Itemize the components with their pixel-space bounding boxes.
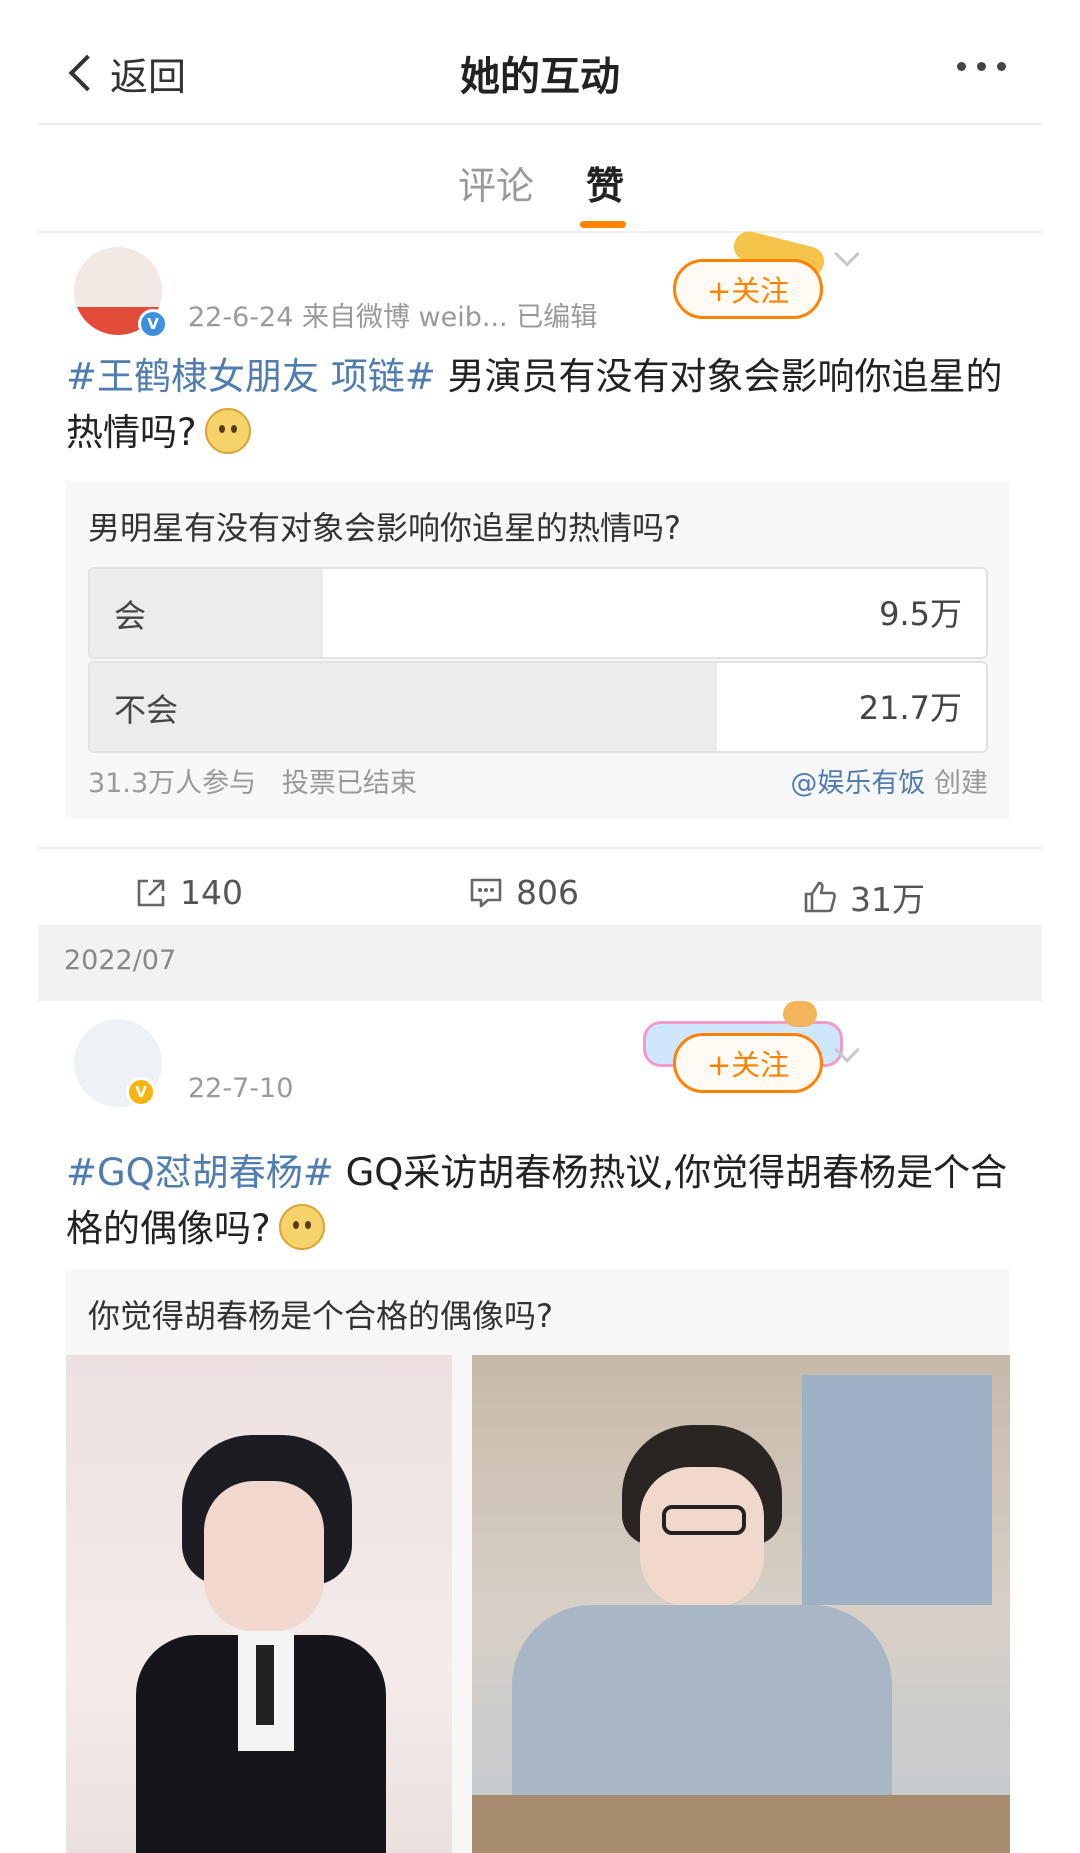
doge-emoji-icon	[204, 408, 251, 454]
person-face	[640, 1467, 764, 1607]
shiba-decoration	[783, 1001, 817, 1027]
repost-count: 140	[180, 873, 243, 912]
person-face	[204, 1481, 324, 1631]
glasses	[662, 1505, 746, 1535]
like-count: 31万	[850, 880, 925, 919]
comment-button[interactable]: 806	[468, 873, 579, 912]
poll-option-fill	[90, 663, 718, 751]
more-icon[interactable]	[957, 62, 1006, 71]
post-text: #GQ怼胡春杨# GQ采访胡春杨热议,你觉得胡春杨是个合格的偶像吗?	[66, 1145, 1026, 1257]
tab-bar: 评论 赞	[38, 127, 1042, 233]
poll-option-image[interactable]	[472, 1355, 1010, 1853]
poll-card: 你觉得胡春杨是个合格的偶像吗?	[66, 1269, 1010, 1853]
window	[802, 1375, 992, 1605]
verified-badge-icon: V	[126, 1077, 156, 1107]
creator-link[interactable]: @娱乐有饭	[790, 768, 925, 799]
poll-creator: @娱乐有饭 创建	[790, 761, 988, 800]
poll-option-count: 9.5万	[879, 595, 962, 633]
follow-button[interactable]: +关注	[673, 1033, 823, 1093]
follow-button[interactable]: +关注	[673, 259, 823, 319]
month-label: 2022/07	[64, 945, 177, 976]
poll-question: 你觉得胡春杨是个合格的偶像吗?	[88, 1297, 553, 1335]
verified-badge-icon: V	[138, 309, 168, 339]
feed-post: V 22-6-24 来自微博 weib... 已编辑 +关注 #王鹤棣女朋友 项…	[38, 228, 1042, 925]
person-tie	[256, 1645, 274, 1725]
post-meta: 22-7-10	[188, 1073, 294, 1104]
follow-widget: +关注	[643, 1001, 843, 1093]
page-title: 她的互动	[460, 54, 620, 100]
share-icon	[137, 879, 165, 906]
topic-link[interactable]: #王鹤棣女朋友 项链#	[66, 355, 436, 398]
post-meta: 22-6-24 来自微博 weib... 已编辑	[188, 302, 598, 333]
poll-option-label: 不会	[114, 691, 179, 729]
poll-option-image[interactable]	[66, 1355, 452, 1853]
month-separator: 2022/07	[38, 925, 1042, 1001]
comment-count: 806	[516, 873, 579, 912]
thinking-emoji-icon	[278, 1204, 325, 1250]
poll-option-yes[interactable]: 会 9.5万	[88, 567, 988, 659]
tab-active-indicator	[580, 221, 626, 228]
tab-likes[interactable]: 赞	[586, 155, 624, 210]
thumbs-up-icon	[804, 881, 836, 913]
poll-participants: 31.3万人参与	[88, 768, 257, 799]
follow-widget: +关注	[673, 228, 843, 319]
screen: 返回 她的互动 评论 赞 V 22-6-24 来自微博 weib... 已编辑 …	[38, 22, 1042, 1853]
repost-button[interactable]: 140	[134, 873, 243, 912]
poll-option-label: 会	[114, 597, 147, 635]
comment-icon	[470, 878, 502, 907]
creator-suffix: 创建	[934, 768, 988, 799]
like-button[interactable]: 31万	[802, 873, 925, 921]
nav-bar: 返回 她的互动	[38, 22, 1042, 125]
poll-option-no[interactable]: 不会 21.7万	[88, 661, 988, 753]
topic-link[interactable]: #GQ怼胡春杨#	[66, 1151, 334, 1194]
feed-post: V 22-7-10 +关注 #GQ怼胡春杨# GQ采访胡春杨热议,你觉得胡春杨是…	[38, 1001, 1042, 1853]
table	[472, 1795, 1010, 1853]
poll-option-count: 21.7万	[858, 689, 962, 727]
poll-question: 男明星有没有对象会影响你追星的热情吗?	[88, 509, 681, 547]
poll-card: 男明星有没有对象会影响你追星的热情吗? 会 9.5万 不会 21.7万 31.3…	[66, 481, 1010, 819]
post-text: #王鹤棣女朋友 项链# 男演员有没有对象会影响你追星的热情吗?	[66, 349, 1026, 461]
tab-comments[interactable]: 评论	[458, 155, 534, 210]
poll-status: 投票已结束	[281, 768, 417, 799]
poll-footer: 31.3万人参与 投票已结束	[88, 761, 417, 800]
